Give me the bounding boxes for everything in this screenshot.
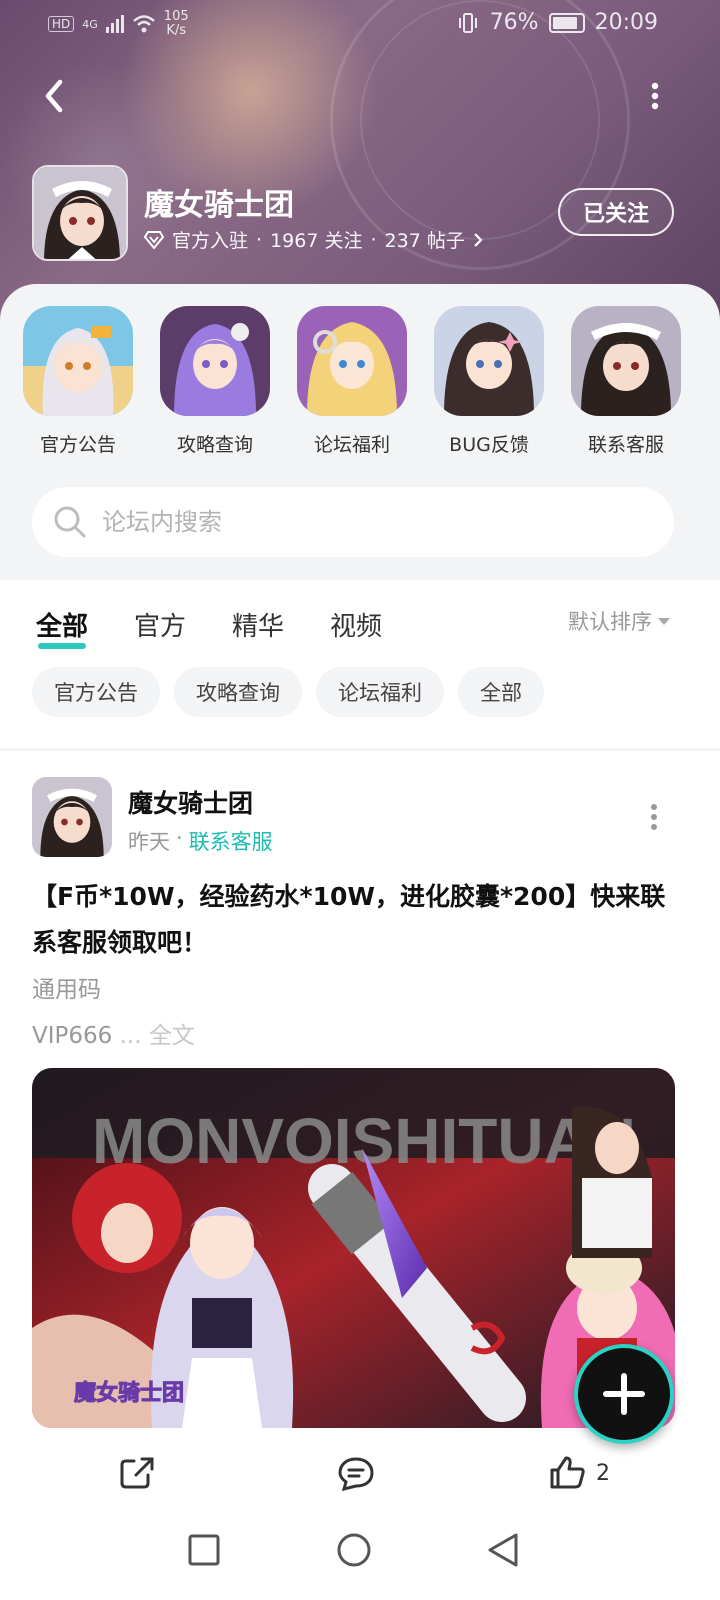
wifi-icon (132, 15, 155, 33)
verified-label: 官方入驻 (172, 230, 249, 252)
vibrate-icon (458, 12, 477, 33)
back-arrow-icon[interactable] (36, 76, 76, 116)
comment-icon (338, 1457, 374, 1491)
search-input[interactable] (102, 508, 602, 536)
post-count: 237 帖子 (384, 230, 465, 252)
shortcut-benefits[interactable]: 论坛福利 (292, 306, 412, 457)
shortcut-announcements[interactable]: 官方公告 (18, 306, 138, 457)
clock: 20:09 (594, 10, 658, 35)
sort-dropdown[interactable]: 默认排序 (568, 606, 670, 636)
tab-all[interactable]: 全部 (36, 606, 88, 649)
chip-benefits[interactable]: 论坛福利 (316, 667, 444, 717)
post-action-bar: 2 (0, 1455, 720, 1505)
post-excerpt-line: VIP666 ... 全文 (32, 1023, 195, 1049)
caret-down-icon (658, 617, 670, 625)
post-title[interactable]: 【F币*10W，经验药水*10W，进化胶囊*200】快来联系客服领取吧！ (32, 874, 682, 966)
like-count: 2 (596, 1460, 610, 1486)
chip-all[interactable]: 全部 (458, 667, 544, 717)
battery-percent: 76% (489, 10, 539, 35)
plus-icon (603, 1373, 645, 1415)
maid-girl-icon (571, 306, 681, 416)
forum-stats[interactable]: 官方入驻 · 1967 关注 · 237 帖子 (144, 226, 483, 253)
recent-apps-icon[interactable] (184, 1530, 224, 1570)
share-icon (120, 1457, 154, 1489)
post-category-link[interactable]: 联系客服 (189, 826, 273, 856)
status-bar: HD 4G 105 K/s 76% 20:09 (0, 0, 720, 50)
follower-count: 1967 关注 (270, 230, 363, 252)
post-more-icon[interactable] (642, 800, 666, 834)
network-type: 4G (82, 17, 98, 31)
blonde-girl-icon (297, 306, 407, 416)
chevron-right-icon (474, 232, 483, 247)
like-button[interactable]: 2 (548, 1455, 610, 1491)
verified-diamond-icon (144, 230, 164, 249)
forum-header: HD 4G 105 K/s 76% 20:09 魔女骑士团 官方入驻 · 196… (0, 0, 720, 320)
network-speed: 105 K/s (163, 9, 189, 38)
post-excerpt-line: 通用码 (32, 977, 101, 1003)
post-author-name[interactable]: 魔女骑士团 (128, 784, 253, 820)
create-post-button[interactable] (574, 1344, 674, 1444)
shortcut-row: 官方公告 攻略查询 论坛福利 BUG反馈 联系客服 (0, 306, 720, 456)
banner-text: MONVOISHITUAN (92, 1105, 636, 1177)
chip-guides[interactable]: 攻略查询 (174, 667, 302, 717)
post-time: 昨天 (128, 830, 170, 854)
white-hair-girl-icon (23, 306, 133, 416)
forum-search-bar[interactable] (32, 487, 674, 557)
shortcut-customer-service[interactable]: 联系客服 (566, 306, 686, 457)
purple-hair-girl-icon (160, 306, 270, 416)
post-meta: 昨天 · 联系客服 (128, 826, 273, 856)
chip-announcements[interactable]: 官方公告 (32, 667, 160, 717)
thumbs-up-icon (550, 1456, 585, 1489)
post-filter-tabs: 全部 官方 精华 视频 (36, 602, 382, 649)
battery-icon (548, 12, 585, 33)
section-divider (0, 748, 720, 751)
signal-icon (105, 15, 124, 33)
follow-button[interactable]: 已关注 (558, 188, 674, 236)
shortcut-guides[interactable]: 攻略查询 (155, 306, 275, 457)
category-chips: 官方公告 攻略查询 论坛福利 全部 (32, 667, 544, 717)
game-logo-text: 魔女骑士团 (74, 1380, 184, 1406)
post-author-avatar[interactable] (32, 777, 112, 857)
forum-title: 魔女骑士团 (144, 188, 294, 223)
read-full-link[interactable]: 全文 (149, 1023, 195, 1049)
network-hd-badge: HD (48, 16, 75, 32)
tab-video[interactable]: 视频 (330, 606, 382, 643)
sort-label: 默认排序 (568, 610, 652, 634)
forum-avatar (32, 165, 128, 261)
search-icon (54, 506, 86, 538)
comment-button[interactable] (336, 1455, 376, 1491)
share-button[interactable] (118, 1455, 156, 1491)
dark-hair-girl-icon (434, 306, 544, 416)
tab-official[interactable]: 官方 (134, 606, 186, 643)
more-options-icon[interactable] (640, 78, 670, 114)
back-triangle-icon[interactable] (484, 1530, 524, 1570)
system-nav-bar (0, 1500, 720, 1600)
tab-featured[interactable]: 精华 (232, 606, 284, 643)
shortcut-bug-report[interactable]: BUG反馈 (429, 306, 549, 457)
home-icon[interactable] (334, 1530, 374, 1570)
